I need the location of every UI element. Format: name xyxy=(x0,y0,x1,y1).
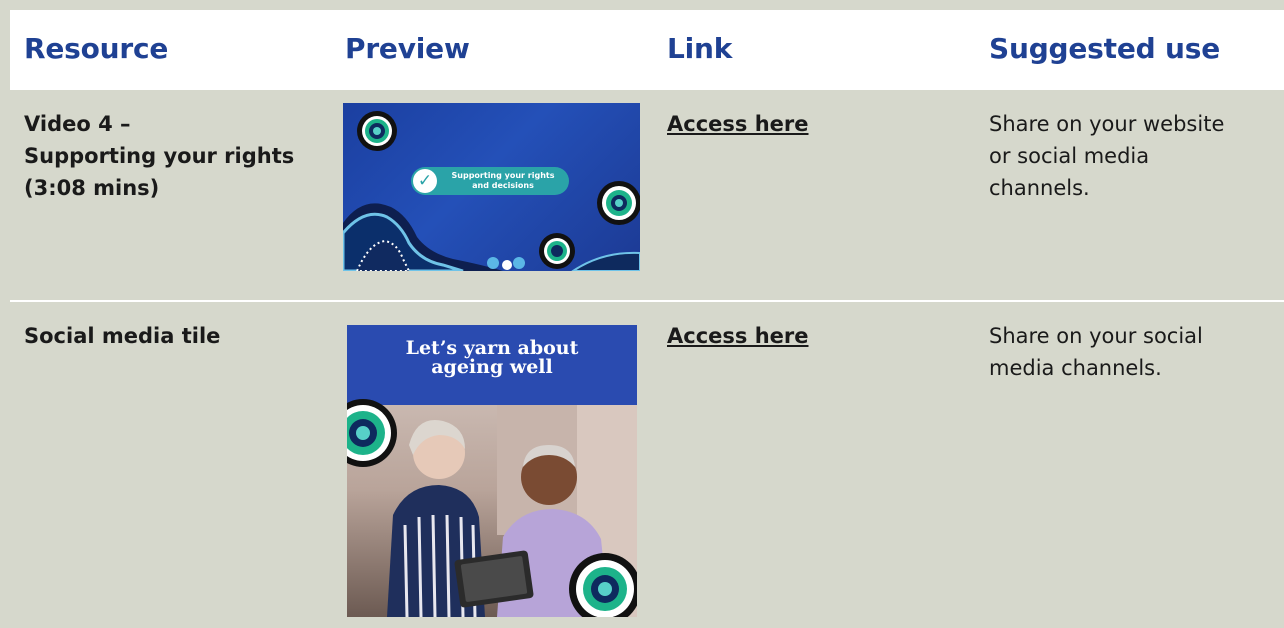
header-preview: Preview xyxy=(345,32,470,65)
social-tile-preview[interactable]: Let’s yarn about ageing well xyxy=(347,325,637,617)
suggested-use-line: channels. xyxy=(989,176,1090,200)
resource-cell: Video 4 – Supporting your rights (3:08 m… xyxy=(24,108,294,204)
video-caption-pill: ✓ Supporting your rights and decisions xyxy=(411,167,569,195)
resource-title-line: Social media tile xyxy=(24,324,221,348)
suggested-use-cell: Share on your social media channels. xyxy=(989,320,1203,384)
header-link: Link xyxy=(667,32,733,65)
aboriginal-art-pattern xyxy=(347,399,637,617)
video-caption: Supporting your rights and decisions xyxy=(443,171,563,191)
video-caption-line: and decisions xyxy=(472,181,534,190)
header-suggested-use: Suggested use xyxy=(989,32,1220,65)
table-header: Resource Preview Link Suggested use xyxy=(10,10,1284,88)
page: Resource Preview Link Suggested use Vide… xyxy=(0,0,1284,628)
resource-title-line: Supporting your rights xyxy=(24,144,295,168)
suggested-use-line: or social media xyxy=(989,144,1150,168)
resources-table: Resource Preview Link Suggested use Vide… xyxy=(10,10,1284,628)
access-here-link[interactable]: Access here xyxy=(667,108,809,140)
resource-title-line: Video 4 – xyxy=(24,112,131,136)
suggested-use-line: Share on your website xyxy=(989,112,1225,136)
header-resource: Resource xyxy=(24,32,169,65)
resource-cell: Social media tile xyxy=(24,320,220,352)
video-preview-thumbnail[interactable]: ✓ Supporting your rights and decisions xyxy=(343,103,640,271)
video-caption-line: Supporting your rights xyxy=(451,171,555,180)
table-row: Social media tile Let’s yarn about agein… xyxy=(10,302,1284,628)
suggested-use-cell: Share on your website or social media ch… xyxy=(989,108,1224,204)
suggested-use-line: media channels. xyxy=(989,356,1162,380)
check-circle-icon: ✓ xyxy=(413,169,437,193)
suggested-use-line: Share on your social xyxy=(989,324,1203,348)
access-here-link[interactable]: Access here xyxy=(667,320,809,352)
resource-title-line: (3:08 mins) xyxy=(24,176,160,200)
table-row: Video 4 – Supporting your rights (3:08 m… xyxy=(10,90,1284,300)
